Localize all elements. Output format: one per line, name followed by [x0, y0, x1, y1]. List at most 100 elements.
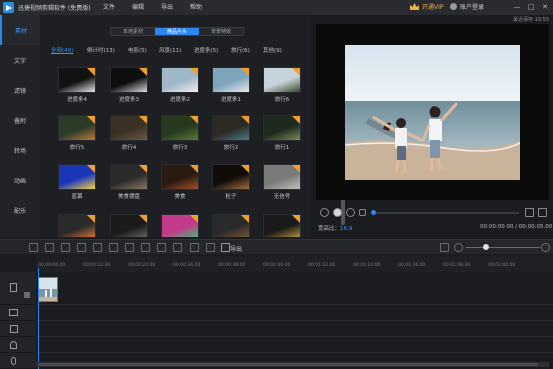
- resource-item-label: 旅行2: [223, 145, 239, 151]
- fullscreen-icon[interactable]: [538, 208, 547, 217]
- minimize-icon[interactable]: —: [512, 2, 522, 12]
- resource-item[interactable]: 美食: [161, 164, 199, 200]
- menu-bar: 文件 编辑 导出 帮助: [103, 0, 219, 15]
- resource-item[interactable]: 粒子: [212, 164, 250, 200]
- tab-background-effects[interactable]: 背景特效: [199, 28, 243, 35]
- resource-item[interactable]: [161, 214, 199, 237]
- resource-item[interactable]: [263, 214, 301, 237]
- maximize-icon[interactable]: □: [526, 2, 536, 12]
- account-login-button[interactable]: 账户登录: [450, 2, 484, 11]
- video-track[interactable]: [36, 272, 553, 305]
- timeline-ruler[interactable]: 00:00:00.00 00:00:12.00 00:00:24.00 00:00:3…: [36, 256, 553, 272]
- edit-icon[interactable]: [77, 243, 86, 252]
- resource-item[interactable]: 旅行6: [263, 67, 301, 103]
- ruler-tick-label: 00:00:48.00: [218, 263, 246, 268]
- stop-icon[interactable]: [346, 208, 355, 217]
- aspect-ratio-selector[interactable]: 宽高比：16:9: [318, 224, 352, 232]
- resource-item[interactable]: 旅行3: [161, 115, 199, 151]
- split-icon[interactable]: [109, 243, 118, 252]
- zoom-out-icon[interactable]: [454, 243, 463, 252]
- category-all[interactable]: 全部(49): [51, 46, 73, 54]
- play-icon[interactable]: [333, 208, 342, 217]
- music-track[interactable]: [36, 337, 553, 353]
- undo-icon[interactable]: [29, 243, 38, 252]
- resource-item[interactable]: [110, 214, 148, 237]
- playback-progress-track[interactable]: [374, 212, 519, 214]
- premium-badge-icon: [139, 215, 147, 223]
- menu-file[interactable]: 文件: [103, 0, 115, 15]
- tab-featured-intro[interactable]: 精品片头: [155, 28, 199, 35]
- microphone-icon[interactable]: [190, 243, 199, 252]
- export-button[interactable]: 导出: [230, 244, 242, 253]
- close-icon[interactable]: ✕: [540, 2, 550, 12]
- nav-item-transition[interactable]: 转场: [0, 135, 40, 165]
- resource-item[interactable]: 蓝幕: [58, 164, 96, 200]
- resource-item[interactable]: 旅行4: [110, 115, 148, 151]
- vip-button[interactable]: 开通VIP: [410, 2, 444, 11]
- category-travel[interactable]: 旅行(6): [231, 46, 250, 54]
- timer-icon[interactable]: [206, 243, 215, 252]
- nav-item-animation[interactable]: 动画: [0, 165, 40, 195]
- zoom-in-icon[interactable]: [541, 243, 550, 252]
- next-frame-icon[interactable]: [359, 209, 366, 216]
- volume-icon[interactable]: [525, 208, 534, 217]
- resource-item-label: 进度条2: [170, 97, 190, 103]
- nav-item-music[interactable]: 配乐: [0, 195, 40, 225]
- nav-item-text[interactable]: 文字: [0, 45, 40, 75]
- resource-item[interactable]: [58, 214, 96, 237]
- resource-item[interactable]: 美食摆盘: [110, 164, 148, 200]
- fit-screen-icon[interactable]: [440, 243, 449, 252]
- category-movie[interactable]: 电影(5): [128, 46, 147, 54]
- zoom-slider-track[interactable]: [466, 247, 540, 248]
- category-countdown[interactable]: 倒计时(13): [87, 46, 115, 54]
- delete-icon[interactable]: [61, 243, 70, 252]
- resource-item[interactable]: 旅行2: [212, 115, 250, 151]
- pip-track[interactable]: [36, 305, 553, 321]
- color-icon[interactable]: [157, 243, 166, 252]
- track-lock-icon[interactable]: [24, 292, 30, 298]
- category-progress[interactable]: 进度条(5): [194, 46, 218, 54]
- video-track-header: [0, 272, 36, 305]
- category-other[interactable]: 其他(9): [263, 46, 282, 54]
- premium-badge-icon: [190, 215, 198, 223]
- menu-export[interactable]: 导出: [161, 0, 173, 15]
- edit-toolbar: 导出: [0, 239, 553, 254]
- tab-local-material[interactable]: 本地素材: [111, 28, 155, 35]
- timeline-scrollbar[interactable]: [36, 362, 549, 367]
- resource-item[interactable]: 无信号: [263, 164, 301, 200]
- premium-badge-icon: [190, 165, 198, 173]
- crop-icon[interactable]: [93, 243, 102, 252]
- resource-item-label: 进度条3: [119, 97, 139, 103]
- resource-item[interactable]: 进度条1: [212, 67, 250, 103]
- menu-help[interactable]: 帮助: [190, 0, 202, 15]
- resource-item[interactable]: 进度条4: [58, 67, 96, 103]
- nav-item-filter[interactable]: 滤镜: [0, 75, 40, 105]
- resource-panel: 本地素材 精品片头 背景特效 全部(49) 倒计时(13) 电影(5) 风景(1…: [40, 15, 345, 237]
- resource-thumbnail: [263, 115, 301, 141]
- copy-icon[interactable]: [125, 243, 134, 252]
- preview-player: [316, 24, 549, 200]
- prev-frame-icon[interactable]: [320, 208, 329, 217]
- playhead[interactable]: [38, 268, 39, 369]
- resource-item-label: 旅行4: [121, 145, 137, 151]
- zoom-slider-knob[interactable]: [483, 244, 489, 250]
- resource-item[interactable]: 旅行1: [263, 115, 301, 151]
- nav-item-material[interactable]: 素材: [0, 15, 40, 45]
- nav-item-overlay[interactable]: 叠附: [0, 105, 40, 135]
- app-logo-icon: [3, 2, 14, 13]
- export-icon[interactable]: [221, 243, 230, 252]
- resource-item-label: 旅行6: [274, 97, 290, 103]
- rotate-icon[interactable]: [173, 243, 182, 252]
- category-scenery[interactable]: 风景(11): [159, 46, 181, 54]
- resource-item[interactable]: 进度条3: [110, 67, 148, 103]
- menu-edit[interactable]: 编辑: [132, 0, 144, 15]
- playback-progress-knob[interactable]: [371, 210, 376, 215]
- redo-icon[interactable]: [45, 243, 54, 252]
- speed-icon[interactable]: [141, 243, 150, 252]
- video-clip[interactable]: [38, 277, 58, 302]
- resource-item[interactable]: 旅行5: [58, 115, 96, 151]
- resource-thumbnail: [161, 67, 199, 93]
- resource-item[interactable]: [212, 214, 250, 237]
- text-track[interactable]: [36, 321, 553, 337]
- resource-item[interactable]: 进度条2: [161, 67, 199, 103]
